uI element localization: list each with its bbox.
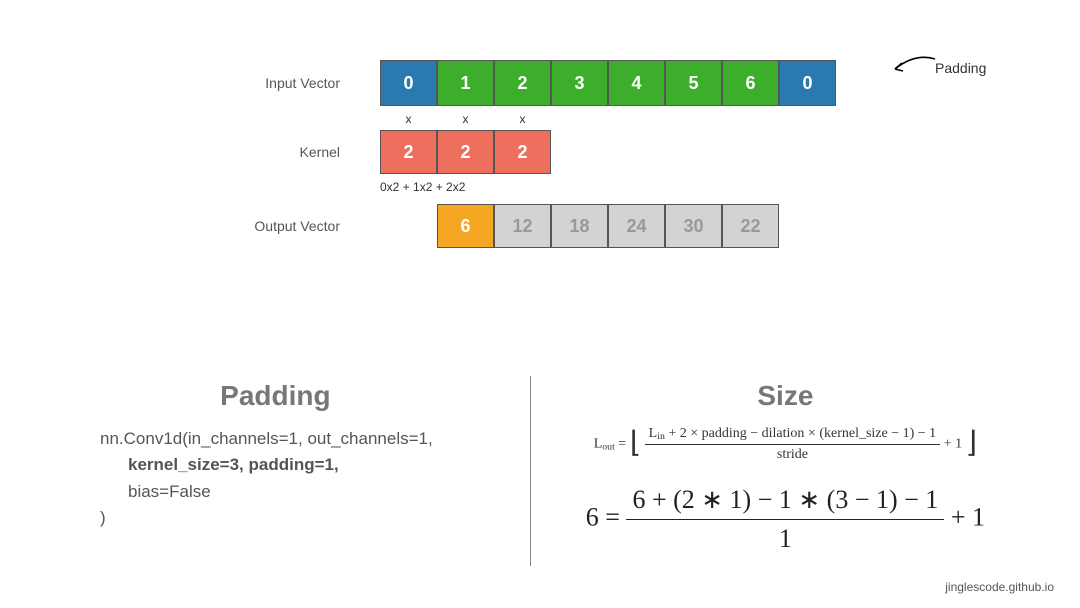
output-row: Output Vector 6 12 18 24 30 22	[140, 204, 1080, 248]
padding-annotation: Padding	[935, 60, 986, 76]
formula-num-rest: + 2 × padding − dilation × (kernel_size …	[665, 426, 936, 441]
kernel-cells: 2 2 2	[380, 130, 551, 174]
input-cell: 5	[665, 60, 722, 106]
formula-lhs: L	[594, 437, 603, 452]
output-label: Output Vector	[140, 218, 340, 234]
input-cell: 3	[551, 60, 608, 106]
input-cells: 0 1 2 3 4 5 6 0	[380, 60, 836, 106]
output-cell: 30	[665, 204, 722, 248]
size-formula-instance: 6 = 6 + (2 ∗ 1) − 1 ∗ (3 − 1) − 1 1 + 1	[551, 485, 1020, 554]
code-line: nn.Conv1d(in_channels=1, out_channels=1,	[100, 429, 433, 448]
formula-eq: =	[618, 437, 626, 452]
x-mark: x	[437, 112, 494, 126]
floor-left-icon: ⌊	[630, 431, 641, 458]
floor-right-icon: ⌋	[966, 431, 977, 458]
padding-arrow-icon	[890, 53, 940, 77]
input-cell: 2	[494, 60, 551, 106]
formula-big-den: 1	[626, 520, 944, 554]
formula-num-a: L	[649, 426, 658, 441]
code-snippet: nn.Conv1d(in_channels=1, out_channels=1,…	[100, 426, 491, 531]
code-line: kernel_size=3, padding=1,	[128, 455, 339, 474]
calculation-text: 0x2 + 1x2 + 2x2	[380, 180, 1080, 194]
formula-den: stride	[645, 445, 941, 463]
x-mark: x	[380, 112, 437, 126]
kernel-row: Kernel 2 2 2	[140, 130, 1080, 174]
multiplication-marks: x x x	[380, 112, 1080, 126]
output-cell: 18	[551, 204, 608, 248]
formula-big-lhs: 6 =	[586, 502, 620, 531]
padding-panel: Padding nn.Conv1d(in_channels=1, out_cha…	[60, 380, 521, 554]
kernel-cell: 2	[380, 130, 437, 174]
output-cells: 6 12 18 24 30 22	[437, 204, 779, 248]
formula-num-a-sub: in	[657, 431, 665, 442]
formula-big-plus1: + 1	[951, 502, 985, 531]
kernel-cell: 2	[494, 130, 551, 174]
input-cell: 0	[779, 60, 836, 106]
credit-text: jinglescode.github.io	[945, 580, 1054, 594]
x-mark: x	[494, 112, 551, 126]
bottom-section: Padding nn.Conv1d(in_channels=1, out_cha…	[0, 380, 1080, 554]
size-formula-general: Lout = ⌊ Lin + 2 × padding − dilation × …	[551, 426, 1020, 463]
formula-big-num: 6 + (2 ∗ 1) − 1 ∗ (3 − 1) − 1	[626, 485, 944, 520]
input-cell: 6	[722, 60, 779, 106]
input-label: Input Vector	[140, 75, 340, 91]
formula-big-fraction: 6 + (2 ∗ 1) − 1 ∗ (3 − 1) − 1 1	[626, 485, 944, 554]
input-cell: 1	[437, 60, 494, 106]
size-title: Size	[551, 380, 1020, 412]
kernel-cell: 2	[437, 130, 494, 174]
code-line: )	[100, 508, 106, 527]
input-cell: 0	[380, 60, 437, 106]
formula-lhs-sub: out	[602, 442, 615, 453]
output-cell: 22	[722, 204, 779, 248]
padding-title: Padding	[60, 380, 491, 412]
kernel-label: Kernel	[140, 144, 340, 160]
size-panel: Size Lout = ⌊ Lin + 2 × padding − dilati…	[521, 380, 1020, 554]
input-cell: 4	[608, 60, 665, 106]
formula-fraction: Lin + 2 × padding − dilation × (kernel_s…	[645, 426, 941, 463]
code-line: bias=False	[128, 482, 211, 501]
output-cell: 12	[494, 204, 551, 248]
formula-plus1: + 1	[944, 437, 962, 452]
output-cell: 6	[437, 204, 494, 248]
output-cell: 24	[608, 204, 665, 248]
convolution-diagram: Input Vector 0 1 2 3 4 5 6 0 Padding x x…	[0, 0, 1080, 248]
